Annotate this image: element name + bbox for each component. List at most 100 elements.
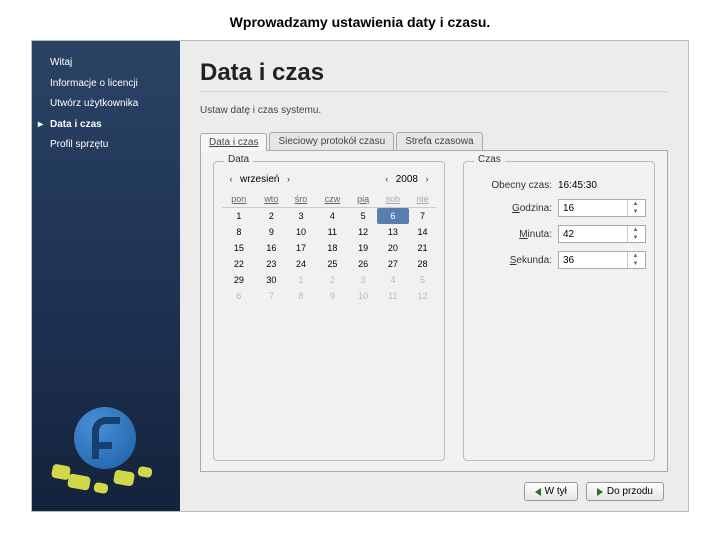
calendar-day[interactable]: 6 [222,288,256,304]
calendar-day[interactable]: 13 [377,224,409,240]
fedora-logo [46,407,166,497]
calendar-day[interactable]: 9 [256,224,287,240]
second-input[interactable] [559,252,627,268]
month-label: wrzesień [240,174,279,185]
calendar-day[interactable]: 20 [377,240,409,256]
calendar-day[interactable]: 12 [350,224,377,240]
sidebar: WitajInformacje o licencjiUtwórz użytkow… [32,41,180,511]
arrow-right-icon [597,488,603,496]
calendar-day[interactable]: 1 [222,208,256,225]
minute-up-icon[interactable]: ▲ [628,226,643,234]
installer-window: WitajInformacje o licencjiUtwórz użytkow… [31,40,689,512]
second-spinner[interactable]: ▲▼ [558,251,646,269]
calendar-day[interactable]: 15 [222,240,256,256]
prev-year-button[interactable]: ‹ [382,175,392,185]
calendar-day[interactable]: 9 [315,288,350,304]
calendar-day[interactable]: 10 [287,224,315,240]
hour-spinner[interactable]: ▲▼ [558,199,646,217]
day-header: wto [256,191,287,208]
calendar-day[interactable]: 10 [350,288,377,304]
next-year-button[interactable]: › [422,175,432,185]
minute-spinner[interactable]: ▲▼ [558,225,646,243]
page-title: Data i czas [200,59,668,87]
sidebar-item-2[interactable]: Utwórz użytkownika [32,94,180,115]
calendar-day[interactable]: 5 [350,208,377,225]
calendar-day[interactable]: 17 [287,240,315,256]
calendar-day[interactable]: 3 [287,208,315,225]
hour-label: Godzina: [512,203,552,214]
calendar-day[interactable]: 8 [222,224,256,240]
hour-down-icon[interactable]: ▼ [628,208,643,216]
calendar-day[interactable]: 1 [287,272,315,288]
calendar-day[interactable]: 16 [256,240,287,256]
calendar-day[interactable]: 5 [409,272,436,288]
sidebar-item-0[interactable]: Witaj [32,53,180,74]
calendar-day[interactable]: 4 [315,208,350,225]
minute-down-icon[interactable]: ▼ [628,234,643,242]
forward-button[interactable]: Do przodu [586,482,664,501]
day-header: pon [222,191,256,208]
second-label: Sekunda: [510,255,552,266]
tab-bar: Data i czasSieciowy protokół czasuStrefa… [200,132,668,151]
calendar-day[interactable]: 26 [350,256,377,272]
day-header: sob [377,191,409,208]
calendar-day[interactable]: 27 [377,256,409,272]
hour-up-icon[interactable]: ▲ [628,200,643,208]
arrow-left-icon [535,488,541,496]
calendar[interactable]: ponwtośroczwpiąsobnie 123456789101112131… [222,191,436,304]
calendar-day[interactable]: 25 [315,256,350,272]
day-header: śro [287,191,315,208]
sidebar-item-4[interactable]: Profil sprzętu [32,135,180,156]
tab-content: Data ‹ wrzesień › ‹ 2008 › [200,151,668,472]
time-groupbox: Czas Obecny czas: 16:45:30 Godzina: ▲▼ M… [463,161,655,461]
calendar-day[interactable]: 29 [222,272,256,288]
back-button-label: W tył [545,486,567,497]
calendar-day[interactable]: 8 [287,288,315,304]
time-group-label: Czas [474,154,505,165]
calendar-day[interactable]: 11 [377,288,409,304]
calendar-day[interactable]: 4 [377,272,409,288]
current-time-value: 16:45:30 [558,180,646,191]
day-header: nie [409,191,436,208]
year-label: 2008 [396,174,418,185]
calendar-day[interactable]: 2 [315,272,350,288]
minute-input[interactable] [559,226,627,242]
back-button[interactable]: W tył [524,482,578,501]
calendar-day[interactable]: 28 [409,256,436,272]
page-caption: Wprowadzamy ustawienia daty i czasu. [0,0,720,40]
sidebar-item-1[interactable]: Informacje o licencji [32,74,180,95]
date-group-label: Data [224,154,253,165]
calendar-day[interactable]: 14 [409,224,436,240]
main-panel: Data i czas Ustaw datę i czas systemu. D… [180,41,688,511]
calendar-nav: ‹ wrzesień › ‹ 2008 › [222,172,436,191]
day-header: pią [350,191,377,208]
calendar-day[interactable]: 18 [315,240,350,256]
tab-1[interactable]: Sieciowy protokół czasu [269,132,394,150]
footer: W tył Do przodu [200,472,668,501]
calendar-day[interactable]: 24 [287,256,315,272]
calendar-day[interactable]: 19 [350,240,377,256]
tab-2[interactable]: Strefa czasowa [396,132,482,150]
page-subtitle: Ustaw datę i czas systemu. [200,105,668,116]
calendar-day[interactable]: 23 [256,256,287,272]
date-groupbox: Data ‹ wrzesień › ‹ 2008 › [213,161,445,461]
tab-0[interactable]: Data i czas [200,133,267,151]
calendar-day[interactable]: 7 [256,288,287,304]
calendar-day[interactable]: 30 [256,272,287,288]
next-month-button[interactable]: › [283,175,293,185]
second-down-icon[interactable]: ▼ [628,260,643,268]
sidebar-item-3[interactable]: Data i czas [32,115,180,136]
prev-month-button[interactable]: ‹ [226,175,236,185]
calendar-day[interactable]: 3 [350,272,377,288]
calendar-day[interactable]: 2 [256,208,287,225]
hour-input[interactable] [559,200,627,216]
calendar-day[interactable]: 7 [409,208,436,225]
calendar-day[interactable]: 22 [222,256,256,272]
calendar-day[interactable]: 11 [315,224,350,240]
calendar-day[interactable]: 12 [409,288,436,304]
second-up-icon[interactable]: ▲ [628,252,643,260]
minute-label: Minuta: [519,229,552,240]
calendar-day[interactable]: 21 [409,240,436,256]
calendar-day[interactable]: 6 [377,208,409,225]
forward-button-label: Do przodu [607,486,653,497]
